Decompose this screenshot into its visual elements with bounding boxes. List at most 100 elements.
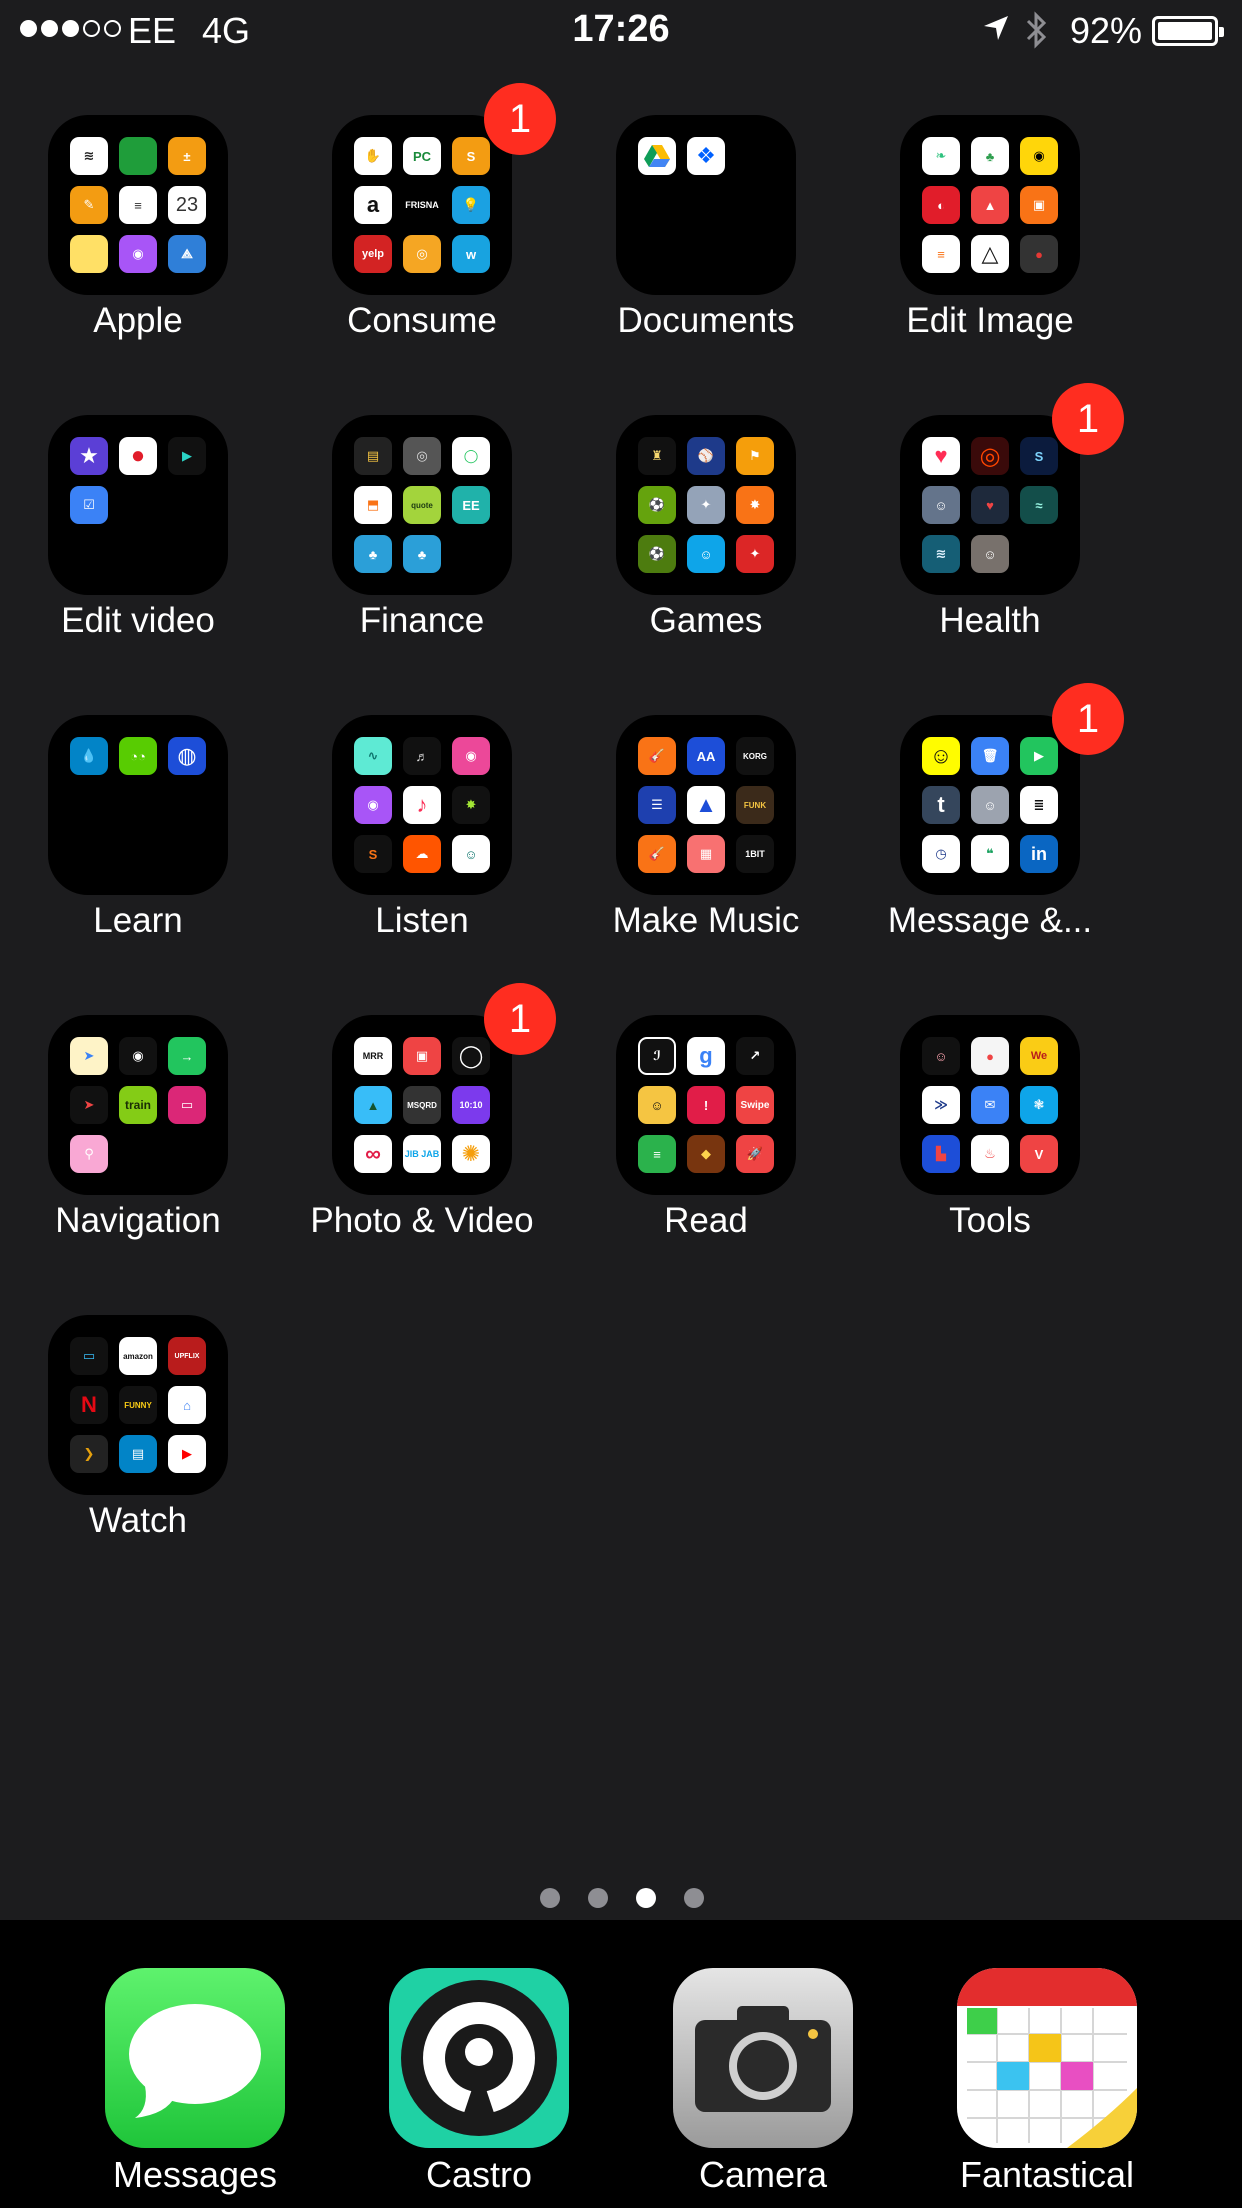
notification-badge: 1 xyxy=(1052,683,1124,755)
swirl-icon: S xyxy=(354,835,392,873)
bus-icon: ⚲ xyxy=(70,1135,108,1173)
funk-icon: FUNK xyxy=(736,786,774,824)
page-dot[interactable] xyxy=(588,1888,608,1908)
folder-games-icon: ♜ ⚾ ⚑ ⚽ ✦ ✸ ⚽ ☺ ✦ xyxy=(616,415,796,595)
football-icon: ⚽ xyxy=(638,486,676,524)
page-dot[interactable] xyxy=(540,1888,560,1908)
health-heart-icon: ♥ xyxy=(922,437,960,475)
frisna-icon: FRISNA xyxy=(403,186,441,224)
messages-app[interactable]: Messages xyxy=(105,1968,285,2195)
korg-icon: KORG xyxy=(736,737,774,775)
heart-rate-icon: ♥ xyxy=(971,486,1009,524)
folder-label: Navigation xyxy=(55,1201,221,1240)
bbc-icon: ◉ xyxy=(452,737,490,775)
star-icon: ✸ xyxy=(452,786,490,824)
linkedin-icon: in xyxy=(1020,835,1058,873)
citymapper-icon: → xyxy=(168,1037,206,1075)
folder-tools-icon: ☺ ● We ≫ ✉ ❃ ▙ ♨ V xyxy=(900,1015,1080,1195)
snapchat-icon: ☺ xyxy=(922,737,960,775)
shopping-icon: S xyxy=(452,137,490,175)
page-indicator[interactable] xyxy=(540,1888,704,1908)
folder-navigation-icon: ➤ ◉ → ➤ train ▭ ⚲ xyxy=(48,1015,228,1195)
folder-label: Read xyxy=(664,1201,748,1240)
notification-badge: 1 xyxy=(484,983,556,1055)
fantastical-app[interactable]: Fantastical xyxy=(957,1968,1137,2195)
infinity-icon: ∞ xyxy=(354,1135,392,1173)
maps-icon: ➤ xyxy=(70,1037,108,1075)
amazon-app-icon: a xyxy=(354,186,392,224)
waves-icon: ∿ xyxy=(354,737,392,775)
s-icon: S xyxy=(1020,437,1058,475)
garageband-icon: 🎸 xyxy=(638,737,676,775)
google-home-icon: ⌂ xyxy=(168,1386,206,1424)
pac-icon: PC xyxy=(403,137,441,175)
netflix-icon: N xyxy=(70,1386,108,1424)
page-dot-active[interactable] xyxy=(636,1888,656,1908)
folder-listen-icon: ∿ ♬ ◉ ◉ ♪ ✸ S ☁ ☺ xyxy=(332,715,512,895)
landscape-icon: ▲ xyxy=(354,1086,392,1124)
darkroom-icon: △ xyxy=(971,235,1009,273)
duolingo-icon: ◔◔ xyxy=(119,737,157,775)
popcorn-icon: ▤ xyxy=(119,1435,157,1473)
folder-learn-icon: 💧 ◔◔ ◍ xyxy=(48,715,228,895)
tickets-icon: ▭ xyxy=(168,1086,206,1124)
voice-memos-icon: ≋ xyxy=(70,137,108,175)
tv-icon: ▭ xyxy=(70,1337,108,1375)
drop-icon: 💧 xyxy=(70,737,108,775)
yelp-icon: yelp xyxy=(354,235,392,273)
camera-app[interactable]: Camera xyxy=(673,1968,853,2195)
compass-icon: ➤ xyxy=(70,1086,108,1124)
binaural-icon: ≋ xyxy=(922,535,960,573)
folder-label: Listen xyxy=(375,901,469,940)
robot-game-icon: ✦ xyxy=(687,486,725,524)
folder-edit-image-icon: ❧ ♣ ◉ ◐ ▲ ▣ ≡ △ ● xyxy=(900,115,1080,295)
lightbulb-icon: 💡 xyxy=(452,186,490,224)
record-app-icon: ● xyxy=(971,1037,1009,1075)
tag-icon: ◆ xyxy=(687,1135,725,1173)
contacts-icon: ☺ xyxy=(971,786,1009,824)
plex-icon: ❯ xyxy=(70,1435,108,1473)
instapaper-icon: ℐ xyxy=(638,1037,676,1075)
lottery-icon: ✋ xyxy=(354,137,392,175)
messages-icon xyxy=(105,1968,285,2148)
folder-health-icon: ♥ ◎ S ☺ ♥ ≈ ≋ ☺ xyxy=(900,415,1080,595)
fantastical-icon xyxy=(957,1968,1137,2148)
robot-icon: ☺ xyxy=(638,1086,676,1124)
mail-app-icon: ✉ xyxy=(971,1086,1009,1124)
coin-icon: ◎ xyxy=(403,437,441,475)
folder-message-icon: ☺ 🗑 ▶ t ☺ ≣ ◷ ❝ in xyxy=(900,715,1080,895)
folder-photo-video-icon: MRR ▣ ◯ ▲ MSQRD 10:10 ∞ JIB JAB ✺ xyxy=(332,1015,512,1195)
folder-watch-icon: ▭ amazon UPFLIX N FUNNY ⌂ ❯ ▤ ▶ xyxy=(48,1315,228,1495)
folder-label: Consume xyxy=(347,301,497,340)
portrait-icon: ☺ xyxy=(922,486,960,524)
halide-icon: ◯ xyxy=(452,1037,490,1075)
hyperlapse-icon: ◉ xyxy=(1020,137,1058,175)
baseball-icon: ⚾ xyxy=(687,437,725,475)
page-dot[interactable] xyxy=(684,1888,704,1908)
chevron-app-icon: ≫ xyxy=(922,1086,960,1124)
folder-make-music-icon: 🎸 AA KORG ☰ ▲ FUNK 🎸 ▦ 1BIT xyxy=(616,715,796,895)
swipe-icon: Swipe xyxy=(736,1086,774,1124)
ee-icon: EE xyxy=(452,486,490,524)
home-screen-grid: ≋ ± ✎ ≡ 23 ◉ ⟁ Apple ✋ PC S a FRISNA 💡 y… xyxy=(0,0,1242,1700)
jibjab-icon: JIB JAB xyxy=(403,1135,441,1173)
scanner-icon: ⬒ xyxy=(354,486,392,524)
reminders-icon: ≡ xyxy=(119,186,157,224)
folder-label: Documents xyxy=(617,301,795,340)
folder-label: Learn xyxy=(93,901,183,940)
folder-consume-icon: ✋ PC S a FRISNA 💡 yelp ◎ w xyxy=(332,115,512,295)
butterfly-icon: ❃ xyxy=(1020,1086,1058,1124)
find-my-icon xyxy=(119,137,157,175)
dock: Messages Castro Camera Fantastical xyxy=(0,1920,1242,2208)
buffer-icon: ≣ xyxy=(1020,786,1058,824)
layout-icon: ▣ xyxy=(1020,186,1058,224)
folder-label: Message &... xyxy=(887,901,1093,940)
msqrd-icon: MSQRD xyxy=(403,1086,441,1124)
music-icon: ♬ xyxy=(403,737,441,775)
rocket-icon: 🚀 xyxy=(736,1135,774,1173)
photo-editor-icon: ▣ xyxy=(403,1037,441,1075)
trending-icon: ↗ xyxy=(736,1037,774,1075)
castro-app[interactable]: Castro xyxy=(389,1968,569,2195)
dock-label: Castro xyxy=(425,2154,533,2195)
clock-app-icon: ◷ xyxy=(922,835,960,873)
